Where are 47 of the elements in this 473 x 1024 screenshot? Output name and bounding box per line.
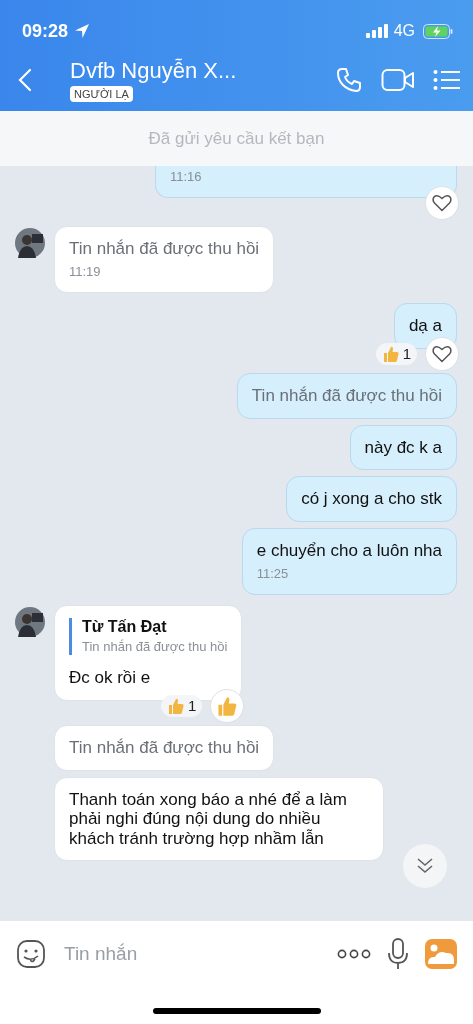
thumbs-up-icon bbox=[216, 694, 239, 717]
quote-author: Từ Tấn Đạt bbox=[82, 618, 168, 637]
heart-icon bbox=[432, 344, 452, 363]
recalled-message-text: Tin nhắn đã được thu hồi bbox=[69, 238, 260, 259]
reaction-count[interactable]: 1 bbox=[375, 342, 417, 365]
microphone-button[interactable] bbox=[387, 937, 409, 970]
message-bubble[interactable]: Thanh toán xong báo a nhé để a làm phải nghi đúng nội dung do nhiều khách tránh trường hợp nhầm lẫn bbox=[54, 776, 384, 862]
menu-button[interactable] bbox=[433, 69, 461, 91]
status-time: 09:28 bbox=[22, 20, 69, 42]
message-time: 11:16 bbox=[170, 170, 203, 185]
message-text: Thanh toán xong báo a nhé để a làm phải nghi đúng nội dung do nhiều khách tránh trường hợp nhầm lẫn bbox=[69, 789, 348, 849]
message-bubble[interactable]: Tin nhắn đã được thu hồi bbox=[54, 724, 275, 771]
heart-icon bbox=[432, 193, 452, 212]
thumbs-up-icon bbox=[167, 696, 186, 715]
message-bubble[interactable]: này đc k a bbox=[349, 424, 457, 471]
recalled-message-text: Tin nhắn đã được thu hồi bbox=[251, 385, 442, 406]
message-bubble[interactable]: có j xong a cho stk bbox=[286, 476, 457, 522]
location-arrow-icon bbox=[74, 23, 91, 39]
signal-icon bbox=[365, 24, 388, 38]
message-time: 11:19 bbox=[69, 265, 102, 281]
quote-text: Tin nhắn đã được thu hồi bbox=[82, 640, 228, 656]
message-time: 11:25 bbox=[256, 567, 290, 583]
avatar[interactable] bbox=[15, 227, 45, 258]
contact-name: Dvfb Nguyễn X... bbox=[70, 58, 237, 84]
stranger-badge: NGƯỜI LẠ bbox=[70, 86, 133, 102]
network-label: 4G bbox=[393, 22, 415, 40]
image-button[interactable] bbox=[425, 938, 457, 969]
more-button[interactable] bbox=[337, 948, 371, 959]
sticker-button[interactable] bbox=[16, 938, 46, 969]
friend-request-text: Đã gửi yêu cầu kết bạn bbox=[148, 128, 325, 149]
thumbs-up-icon bbox=[381, 344, 400, 363]
recalled-message-text: Tin nhắn đã được thu hồi bbox=[69, 737, 260, 758]
message-bubble[interactable]: Tin nhắn đã được thu hồi 11:19 bbox=[54, 225, 275, 294]
message-text: này đc k a bbox=[364, 437, 442, 458]
battery-charging-icon bbox=[423, 23, 453, 39]
message-text: có j xong a cho stk bbox=[301, 489, 442, 509]
avatar[interactable] bbox=[15, 607, 45, 638]
video-call-button[interactable] bbox=[381, 68, 415, 92]
double-chevron-down-icon bbox=[415, 857, 435, 875]
message-bubble[interactable]: Từ Tấn Đạt Tin nhắn đã được thu hồi Đc ok rồi e bbox=[54, 605, 243, 701]
message-text: e chuyển cho a luôn nha bbox=[256, 540, 442, 561]
call-button[interactable] bbox=[335, 66, 363, 94]
message-text: Đc ok rồi e bbox=[69, 668, 152, 688]
message-text: dạ a bbox=[408, 316, 442, 336]
scroll-down-button[interactable] bbox=[403, 844, 447, 888]
message-bubble[interactable]: e chuyển cho a luôn nha 11:25 bbox=[241, 527, 457, 596]
message-bubble[interactable]: Tin nhắn đã được thu hồi bbox=[236, 372, 457, 419]
